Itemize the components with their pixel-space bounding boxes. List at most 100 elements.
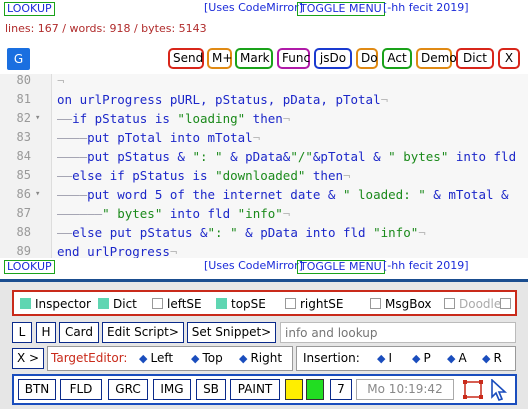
checkbox-box[interactable] bbox=[500, 298, 511, 309]
checkbox-label: Inspector bbox=[35, 297, 91, 311]
checkbox-doodle[interactable]: Doodle bbox=[444, 297, 501, 311]
toolbar-button-jsdo[interactable]: jsDo bbox=[314, 48, 352, 69]
string-token: "loading" bbox=[177, 111, 246, 126]
radio-r[interactable]: ◆ R bbox=[482, 351, 502, 365]
green-swatch[interactable] bbox=[306, 379, 324, 400]
code-token: put pTotal into mTotal bbox=[87, 130, 253, 145]
code-token: then bbox=[305, 168, 344, 183]
h-button[interactable]: H bbox=[36, 322, 56, 343]
string-token: "downloaded" bbox=[215, 168, 306, 183]
string-token: "info" bbox=[237, 206, 283, 221]
toolbar-button-m[interactable]: M+ bbox=[207, 48, 232, 69]
lookup-link[interactable]: LOOKUP bbox=[4, 2, 55, 16]
edit-script-button[interactable]: Edit Script> bbox=[102, 322, 184, 343]
info-lookup-input[interactable] bbox=[280, 322, 516, 343]
indent-guide: —— bbox=[57, 111, 73, 126]
checkbox-box[interactable] bbox=[444, 298, 455, 309]
radio-right-label: Right bbox=[250, 351, 283, 365]
toolbar-button-func[interactable]: Func bbox=[277, 48, 310, 69]
radio-a[interactable]: ◆ A bbox=[447, 351, 467, 365]
code-editor[interactable]: 80 ¬ 81 on urlProgress pURL, pStatus, pData… bbox=[0, 74, 528, 258]
code-line[interactable]: 80 ¬ bbox=[0, 74, 528, 90]
code-token: & pData into fld bbox=[237, 225, 374, 240]
code-line[interactable]: 82 ▾ ——if pStatus is "loading" then¬ bbox=[0, 109, 528, 128]
eol-marker: ¬ bbox=[343, 168, 351, 183]
img-tool[interactable]: IMG bbox=[153, 379, 191, 400]
eol-marker: ¬ bbox=[57, 74, 65, 88]
code-token: into fld bbox=[162, 206, 238, 221]
checkbox-label: leftSE bbox=[167, 297, 202, 311]
toggle-menu-link[interactable]: TOGGLE MENU bbox=[297, 2, 385, 16]
pointer-arrow-icon[interactable] bbox=[489, 378, 509, 401]
code-line[interactable]: 86 ▾ ————put word 5 of the internet date &… bbox=[0, 185, 528, 204]
bottom-bar: LOOKUP [Uses CodeMirror] TOGGLE MENU [-h… bbox=[0, 258, 528, 276]
radio-p[interactable]: ◆ P bbox=[412, 351, 431, 365]
checkbox-leftse[interactable]: leftSE bbox=[152, 297, 202, 311]
radio-right[interactable]: ◆ Right bbox=[239, 351, 282, 365]
l-button[interactable]: L bbox=[12, 322, 32, 343]
checkbox-dict[interactable]: Dict bbox=[98, 297, 137, 311]
tools-row: BTN FLD GRC IMG SB PAINT 7 Mo 10:19:42 bbox=[12, 374, 517, 405]
fold-arrow-icon[interactable]: ▾ bbox=[35, 185, 40, 204]
paint-tool[interactable]: PAINT bbox=[230, 379, 280, 400]
checkbox-topse[interactable]: topSE bbox=[216, 297, 266, 311]
eol-marker: ¬ bbox=[282, 111, 291, 126]
code-token: & pData& bbox=[222, 149, 291, 164]
code-text: ——else put pStatus &": " & pData into fl… bbox=[57, 223, 426, 242]
radio-left[interactable]: ◆ Left bbox=[139, 351, 173, 365]
btn-tool[interactable]: BTN bbox=[18, 379, 56, 400]
indent-guide: ———— bbox=[57, 149, 88, 164]
toggle-menu-link-bottom[interactable]: TOGGLE MENU bbox=[297, 260, 385, 274]
radio-top[interactable]: ◆ Top bbox=[191, 351, 223, 365]
line-size-button[interactable]: 7 bbox=[330, 379, 352, 400]
checkbox-box[interactable] bbox=[285, 298, 296, 309]
checkbox-extra[interactable] bbox=[500, 297, 515, 311]
code-line[interactable]: 84 ————put pStatus & ": " & pData&"/"&pTo… bbox=[0, 147, 528, 166]
string-token: "info" bbox=[373, 225, 419, 240]
top-bar: LOOKUP [Uses CodeMirror] TOGGLE MENU [-h… bbox=[0, 0, 528, 18]
checkbox-msgbox[interactable]: MsgBox bbox=[370, 297, 432, 311]
code-line[interactable]: 87 ——————" bytes" into fld "info"¬ bbox=[0, 204, 528, 223]
checkbox-box[interactable] bbox=[370, 298, 381, 309]
toolbar-button-dict[interactable]: Dict bbox=[456, 48, 494, 69]
string-token: " bytes" bbox=[102, 206, 163, 221]
set-snippet-button[interactable]: Set Snippet> bbox=[187, 322, 276, 343]
lookup-link-bottom[interactable]: LOOKUP bbox=[4, 260, 55, 274]
checkbox-box[interactable] bbox=[98, 298, 109, 309]
code-line[interactable]: 81 on urlProgress pURL, pStatus, pData, p… bbox=[0, 90, 528, 109]
x-button[interactable]: X > bbox=[12, 348, 44, 369]
checkbox-box[interactable] bbox=[216, 298, 227, 309]
code-line[interactable]: 83 ————put pTotal into mTotal¬ bbox=[0, 128, 528, 147]
toolbar-button-mark[interactable]: Mark bbox=[235, 48, 273, 69]
toolbar-button-x[interactable]: X bbox=[498, 48, 520, 69]
toolbar-button-do[interactable]: Do bbox=[356, 48, 378, 69]
checkbox-label: Dict bbox=[113, 297, 137, 311]
checkbox-rightse[interactable]: rightSE bbox=[285, 297, 343, 311]
codemirror-label-bottom: [Uses CodeMirror] bbox=[204, 259, 303, 272]
checkbox-box[interactable] bbox=[152, 298, 163, 309]
radio-i[interactable]: ◆ I bbox=[377, 351, 392, 365]
checkbox-box[interactable] bbox=[20, 298, 31, 309]
code-line[interactable]: 89 end urlProgress¬ bbox=[0, 242, 528, 258]
select-rect-icon[interactable] bbox=[463, 380, 483, 399]
code-line[interactable]: 85 ——else if pStatus is "downloaded" then… bbox=[0, 166, 528, 185]
code-text: ¬ bbox=[57, 74, 65, 90]
checkbox-inspector[interactable]: Inspector bbox=[20, 297, 91, 311]
g-button[interactable]: G bbox=[7, 48, 30, 70]
line-number: 86 bbox=[16, 187, 31, 201]
insertion-label: Insertion: bbox=[303, 351, 360, 365]
indent-guide: ———— bbox=[57, 187, 88, 202]
status-line: lines: 167 / words: 918 / bytes: 5143 bbox=[5, 22, 207, 35]
grc-tool[interactable]: GRC bbox=[108, 379, 148, 400]
code-line[interactable]: 88 ——else put pStatus &": " & pData into … bbox=[0, 223, 528, 242]
fld-tool[interactable]: FLD bbox=[60, 379, 102, 400]
fold-arrow-icon[interactable]: ▾ bbox=[35, 109, 40, 128]
toolbar-button-send[interactable]: Send bbox=[168, 48, 204, 69]
yellow-swatch[interactable] bbox=[285, 379, 303, 400]
toolbar-button-act[interactable]: Act bbox=[382, 48, 412, 69]
toolbar-button-demo[interactable]: Demo bbox=[416, 48, 457, 69]
radio-p-label: P bbox=[423, 351, 431, 365]
card-button[interactable]: Card bbox=[59, 322, 99, 343]
line-number: 87 bbox=[16, 206, 31, 220]
sb-tool[interactable]: SB bbox=[196, 379, 226, 400]
